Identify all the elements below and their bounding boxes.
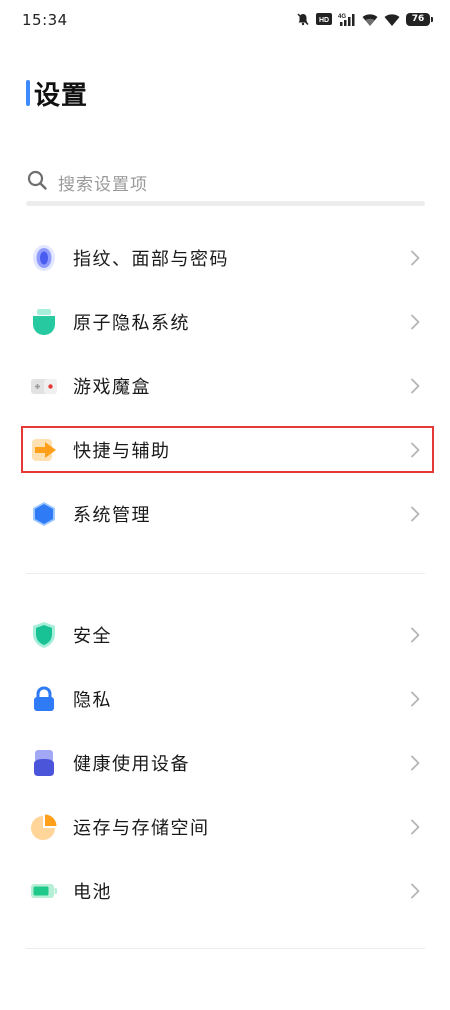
battery-icon [30, 877, 58, 905]
mute-icon [296, 12, 310, 26]
settings-item-security[interactable]: 安全 [0, 603, 450, 667]
chevron-right-icon [410, 883, 420, 899]
search-bar[interactable]: 搜索设置项 [26, 158, 425, 206]
chevron-right-icon [410, 314, 420, 330]
settings-item-game-box[interactable]: 游戏魔盒 [0, 354, 450, 418]
settings-item-healthy-usage[interactable]: 健康使用设备 [0, 731, 450, 795]
health-usage-icon [30, 749, 58, 777]
storage-pie-icon [30, 813, 58, 841]
settings-item-label: 系统管理 [73, 505, 151, 526]
settings-item-privacy-system[interactable]: 原子隐私系统 [0, 290, 450, 354]
title-accent-bar [26, 80, 30, 106]
settings-item-label: 运存与存储空间 [73, 818, 210, 839]
settings-group-2: 安全 隐私 健康使用设备 运存与存储空间 电池 [0, 603, 450, 923]
chevron-right-icon [410, 378, 420, 394]
settings-item-label: 隐私 [73, 690, 112, 711]
fingerprint-icon [30, 244, 58, 272]
svg-text:HD: HD [319, 17, 329, 24]
settings-item-battery[interactable]: 电池 [0, 859, 450, 923]
settings-item-memory-storage[interactable]: 运存与存储空间 [0, 795, 450, 859]
chevron-right-icon [410, 755, 420, 771]
settings-item-shortcuts-assist[interactable]: 快捷与辅助 [0, 418, 450, 482]
battery-indicator: 76 [406, 12, 433, 26]
hd-icon: HD [316, 13, 332, 25]
settings-item-label: 安全 [73, 626, 112, 647]
group-divider [26, 948, 425, 949]
signal-4g-icon: 4G [338, 12, 356, 26]
search-input[interactable]: 搜索设置项 [58, 170, 148, 195]
page-title: 设置 [34, 80, 89, 111]
status-time: 15:34 [22, 11, 68, 29]
settings-item-label: 快捷与辅助 [73, 441, 171, 462]
search-underline [26, 201, 425, 206]
shield-icon [30, 621, 58, 649]
settings-item-biometrics[interactable]: 指纹、面部与密码 [0, 226, 450, 290]
lock-icon [30, 685, 58, 713]
settings-group-1: 指纹、面部与密码 原子隐私系统 游戏魔盒 快捷与辅助 系统管理 [0, 226, 450, 546]
chevron-right-icon [410, 691, 420, 707]
privacy-system-icon [30, 308, 58, 336]
chevron-right-icon [410, 819, 420, 835]
game-box-icon [30, 372, 58, 400]
settings-item-label: 游戏魔盒 [73, 377, 151, 398]
hexagon-system-icon [30, 500, 58, 528]
status-bar: 15:34 HD 4G 76 [0, 0, 450, 44]
settings-item-system-management[interactable]: 系统管理 [0, 482, 450, 546]
search-icon [26, 169, 48, 195]
chevron-right-icon [410, 627, 420, 643]
settings-item-label: 指纹、面部与密码 [73, 249, 229, 270]
page-header: 设置 [26, 76, 89, 111]
settings-item-privacy[interactable]: 隐私 [0, 667, 450, 731]
settings-item-label: 电池 [73, 882, 112, 903]
shortcut-arrow-icon [30, 436, 58, 464]
chevron-right-icon [410, 442, 420, 458]
settings-item-label: 原子隐私系统 [73, 313, 190, 334]
chevron-right-icon [410, 250, 420, 266]
chevron-right-icon [410, 506, 420, 522]
wifi-icon [362, 13, 378, 26]
group-divider [26, 573, 425, 574]
status-icons: HD 4G 76 [296, 12, 433, 26]
settings-item-label: 健康使用设备 [73, 754, 190, 775]
wifi-icon [384, 13, 400, 26]
svg-text:4G: 4G [338, 14, 346, 20]
